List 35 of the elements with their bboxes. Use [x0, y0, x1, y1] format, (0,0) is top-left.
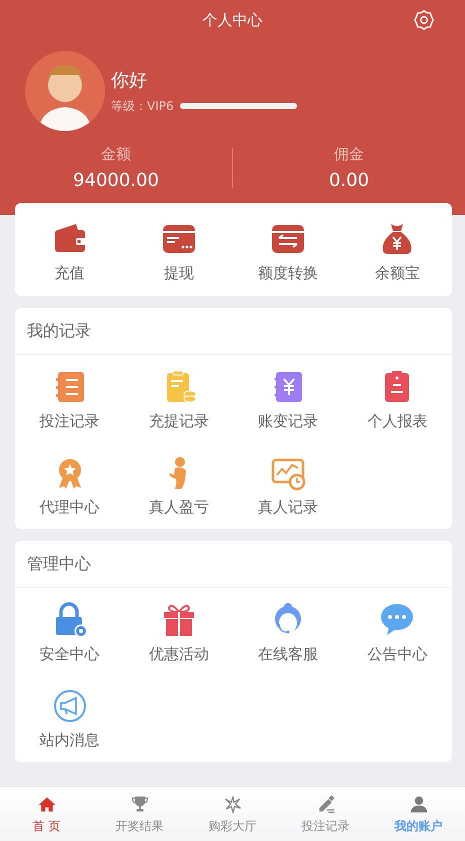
menu-item[interactable]: 优惠活动	[124, 588, 234, 674]
menu-item[interactable]: 个人报表	[342, 355, 452, 441]
settings-icon[interactable]	[413, 9, 435, 31]
menu-item[interactable]: 投注记录	[15, 355, 124, 441]
tab-item[interactable]: 投注记录	[279, 787, 372, 841]
menu-item[interactable]: 公告中心	[342, 588, 452, 674]
megaphone-icon	[52, 688, 88, 724]
star-burst-icon	[222, 794, 242, 814]
menu-item[interactable]: 在线客服	[234, 588, 343, 674]
greeting: 你好	[111, 68, 148, 92]
page-title: 个人中心	[202, 10, 262, 30]
balance-label: 金额	[101, 145, 131, 164]
menu-item[interactable]: 余额宝	[342, 203, 452, 296]
menu-item[interactable]: 真人记录	[234, 441, 343, 527]
menu-item[interactable]: 代理中心	[15, 441, 124, 527]
balance-value: 94000.00	[73, 170, 159, 191]
balance-label: 佣金	[334, 145, 364, 164]
menu-item[interactable]: 充提记录	[124, 355, 234, 441]
chat-bubble-icon	[379, 602, 416, 638]
menu-item[interactable]: 站内消息	[15, 674, 124, 760]
section-title: 我的记录	[27, 320, 91, 342]
menu-item[interactable]: 安全中心	[15, 588, 124, 674]
tab-item[interactable]: 开奖结果	[93, 787, 186, 841]
menu-item[interactable]: 账变记录	[234, 355, 343, 441]
person-icon	[408, 794, 428, 814]
vip-level: 等级：VIP6	[111, 98, 174, 114]
tab-item[interactable]: 首 页	[0, 787, 93, 841]
menu-item[interactable]: 充值	[15, 203, 124, 296]
section-title: 管理中心	[27, 554, 91, 574]
menu-item[interactable]: 额度转换	[234, 203, 343, 296]
balance-value: 0.00	[328, 170, 370, 191]
trophy-icon	[130, 794, 150, 814]
tab-item[interactable]: 购彩大厅	[186, 787, 279, 841]
menu-item[interactable]: 真人盈亏	[124, 441, 234, 527]
menu-item[interactable]: 提现	[124, 203, 234, 296]
